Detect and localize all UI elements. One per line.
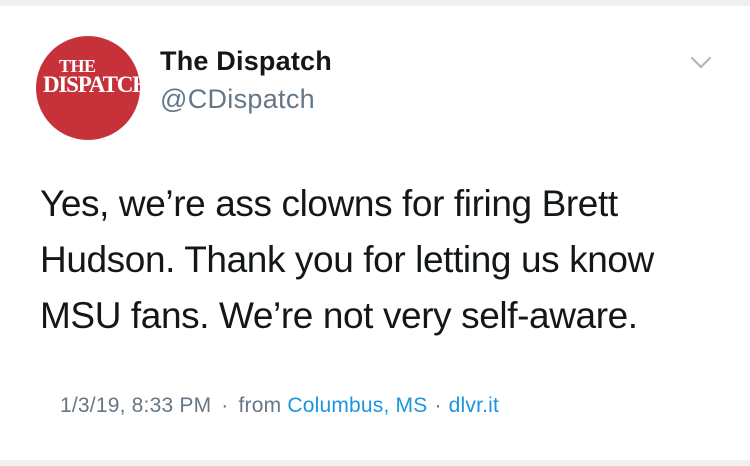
from-label: from — [238, 394, 282, 417]
tweet-text-line: Hudson. Thank you for letting us know — [40, 239, 654, 280]
tweet-text: Yes, we’re ass clowns for firing Brett H… — [40, 176, 730, 344]
display-name[interactable]: The Dispatch — [160, 46, 332, 77]
tweet-text-line: Yes, we’re ass clowns for firing Brett — [40, 183, 618, 224]
dispatch-logo: THE DISPATCH — [36, 36, 140, 140]
location-link[interactable]: Columbus, MS — [287, 394, 427, 417]
user-handle[interactable]: @CDispatch — [160, 84, 315, 115]
logo-text-dispatch: DISPATCH — [43, 72, 140, 97]
chevron-down-icon — [690, 56, 712, 69]
source-link[interactable]: dlvr.it — [449, 394, 499, 417]
meta-separator: · — [221, 394, 229, 417]
tweet-menu-button[interactable] — [686, 50, 716, 76]
bottom-divider — [0, 460, 750, 466]
tweet-text-line: MSU fans. We’re not very self-aware. — [40, 295, 638, 336]
tweet-card: THE DISPATCH The Dispatch @CDispatch Yes… — [0, 6, 750, 460]
tweet-timestamp[interactable]: 1/3/19, 8:33 PM — [60, 394, 211, 417]
tweet-metadata: 1/3/19, 8:33 PM · from Columbus, MS · dlvr.i… — [60, 394, 499, 418]
meta-separator: · — [434, 394, 442, 417]
avatar[interactable]: THE DISPATCH — [36, 36, 140, 140]
